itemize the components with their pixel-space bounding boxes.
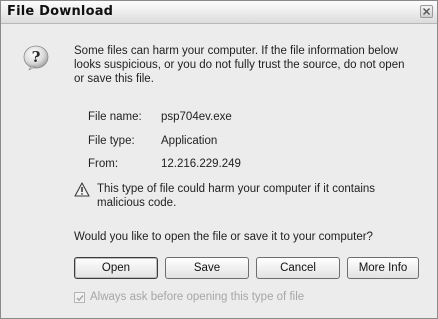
more-info-button[interactable]: More Info — [347, 257, 419, 279]
file-type-label: File type: — [88, 135, 135, 147]
title-bar[interactable]: File Download — [1, 1, 437, 24]
file-name-value: psp704ev.exe — [161, 111, 232, 123]
close-button[interactable] — [420, 5, 433, 18]
save-button[interactable]: Save — [165, 257, 249, 279]
harm-message: This type of file could harm your comput… — [97, 183, 376, 209]
checkmark-icon — [76, 295, 84, 302]
file-source-label: From: — [88, 158, 119, 170]
always-ask-checkbox[interactable] — [74, 292, 85, 303]
file-type-value: Application — [161, 135, 218, 147]
warning-message: Some files can harm your computer. If th… — [74, 45, 405, 85]
dialog-title: File Download — [7, 4, 114, 19]
cancel-button[interactable]: Cancel — [256, 257, 340, 279]
question-icon: ? — [23, 45, 49, 71]
file-download-dialog: File Download ? Some files can harm your… — [0, 0, 438, 319]
svg-text:?: ? — [32, 48, 41, 66]
close-icon — [423, 8, 430, 15]
always-ask-label: Always ask before opening this type of f… — [90, 291, 305, 303]
file-source-value: 12.216.229.249 — [161, 158, 241, 170]
warning-icon — [74, 182, 90, 197]
file-name-label: File name: — [88, 111, 142, 123]
open-or-save-question: Would you like to open the file or save … — [74, 231, 373, 243]
open-button[interactable]: Open — [74, 257, 158, 279]
